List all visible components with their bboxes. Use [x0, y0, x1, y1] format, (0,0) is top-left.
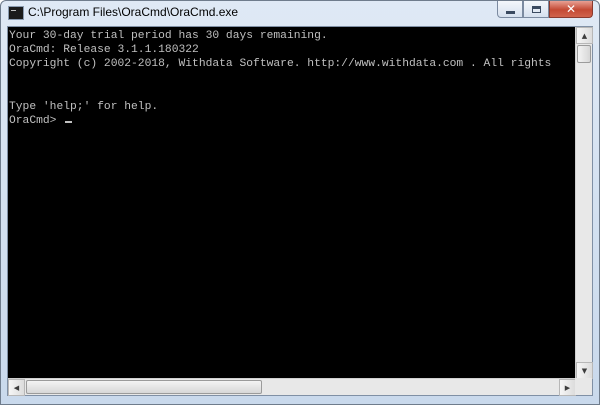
maximize-icon [531, 5, 541, 13]
arrow-right-icon: ▶ [564, 383, 571, 392]
scroll-up-button[interactable]: ▲ [576, 27, 593, 44]
scroll-down-button[interactable]: ▼ [576, 362, 593, 379]
console-icon[interactable] [8, 6, 24, 20]
console-line: Type 'help;' for help. [9, 100, 159, 113]
console-line: Your 30-day trial period has 30 days rem… [9, 30, 328, 42]
arrow-left-icon: ◀ [13, 383, 20, 392]
scrollbar-corner [575, 378, 592, 395]
horizontal-scrollbar[interactable]: ◀ ▶ [8, 378, 576, 396]
scroll-right-button[interactable]: ▶ [559, 379, 576, 396]
horizontal-scroll-thumb[interactable] [26, 380, 262, 394]
window-title: C:\Program Files\OraCmd\OraCmd.exe [28, 5, 239, 19]
vertical-scroll-thumb[interactable] [577, 45, 591, 63]
caption-buttons: ✕ [497, 1, 593, 20]
command-prompt: OraCmd> [9, 115, 64, 128]
console-line: OraCmd: Release 3.1.1.180322 [9, 44, 199, 57]
console-window: C:\Program Files\OraCmd\OraCmd.exe ✕ You… [0, 0, 600, 405]
minimize-button[interactable] [497, 1, 523, 18]
maximize-button[interactable] [523, 1, 549, 18]
arrow-up-icon: ▲ [581, 31, 588, 40]
command-prompt-line[interactable]: OraCmd> [9, 114, 576, 128]
close-icon: ✕ [565, 2, 577, 16]
title-bar[interactable]: C:\Program Files\OraCmd\OraCmd.exe ✕ [1, 1, 599, 25]
console-client-area: Your 30-day trial period has 30 days rem… [7, 26, 593, 396]
arrow-down-icon: ▼ [581, 366, 588, 375]
text-cursor [65, 121, 73, 124]
vertical-scrollbar[interactable]: ▲ ▼ [575, 27, 593, 379]
minimize-icon [505, 10, 515, 14]
console-output[interactable]: Your 30-day trial period has 30 days rem… [8, 27, 576, 379]
close-button[interactable]: ✕ [549, 1, 593, 18]
console-line: Copyright (c) 2002-2018, Withdata Softwa… [9, 58, 552, 71]
scroll-left-button[interactable]: ◀ [8, 379, 25, 396]
